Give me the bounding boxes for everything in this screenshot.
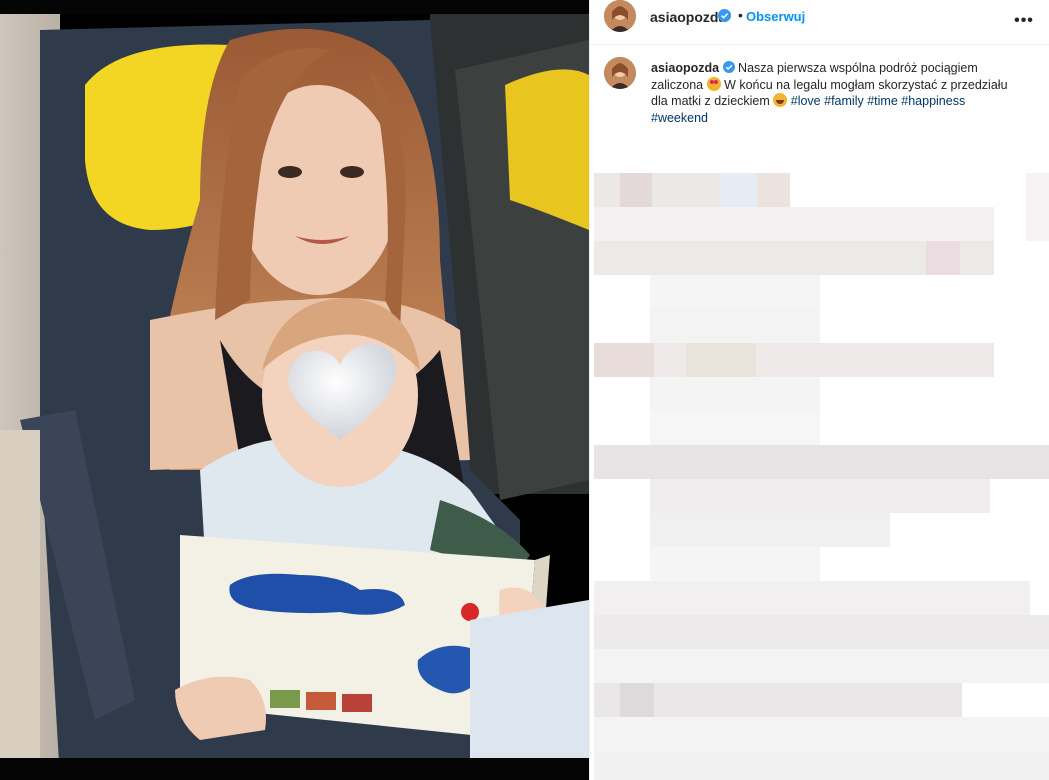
hashtag-love[interactable]: #love xyxy=(791,94,821,108)
caption-username[interactable]: asiaopozda xyxy=(651,61,719,75)
hashtag-weekend[interactable]: #weekend xyxy=(651,111,708,125)
post-image[interactable] xyxy=(0,0,589,780)
post-photo-illustration xyxy=(0,0,589,780)
header-username[interactable]: asiaopozda xyxy=(650,9,726,25)
post-header: asiaopozda • Obserwuj ••• xyxy=(590,0,1049,45)
heart-eyes-emoji-icon xyxy=(706,76,721,91)
verified-badge-icon xyxy=(718,9,731,22)
hashtag-family[interactable]: #family xyxy=(824,94,864,108)
caption-text: asiaopozda Nasza pierwsza wspólna podróż… xyxy=(651,60,1021,126)
hashtag-time[interactable]: #time xyxy=(867,94,898,108)
separator-dot: • xyxy=(738,7,743,23)
laughing-emoji-icon xyxy=(773,93,788,107)
follow-button[interactable]: Obserwuj xyxy=(746,9,805,24)
user-avatar[interactable] xyxy=(604,0,636,32)
more-options-icon[interactable]: ••• xyxy=(1012,12,1036,32)
hashtag-happiness[interactable]: #happiness xyxy=(901,94,965,108)
verified-badge-icon xyxy=(722,61,735,73)
caption-avatar[interactable] xyxy=(604,57,636,89)
post-sidebar: asiaopozda • Obserwuj ••• asiaopozda Nas… xyxy=(589,0,1049,780)
pixelated-comments xyxy=(590,133,1049,780)
